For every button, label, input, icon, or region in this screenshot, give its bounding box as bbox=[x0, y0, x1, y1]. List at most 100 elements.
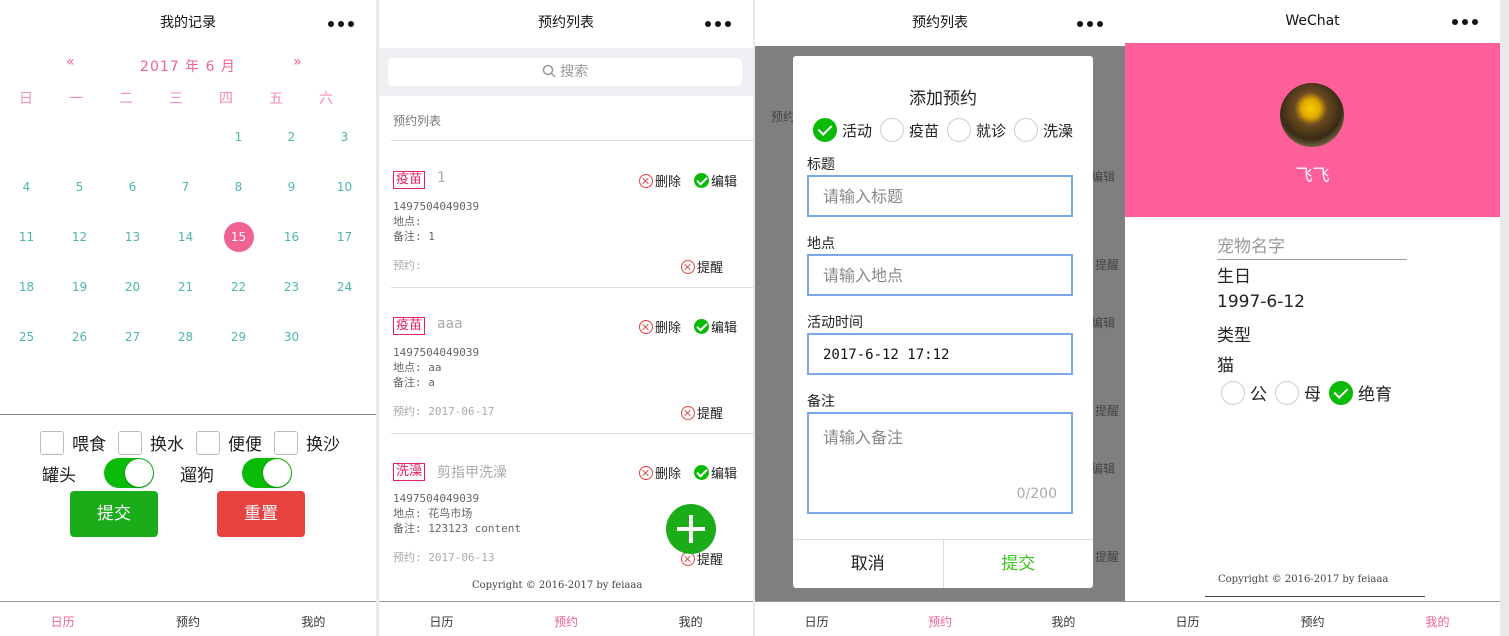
pet-name-input[interactable]: 宠物名字 bbox=[1217, 232, 1407, 260]
checkbox-feed[interactable]: 喂食 bbox=[40, 430, 106, 455]
calendar-day[interactable]: 19 bbox=[53, 262, 106, 312]
note-textarea[interactable]: 请输入备注 0/200 bbox=[807, 412, 1073, 514]
add-appointment-button[interactable] bbox=[666, 504, 716, 554]
delete-button[interactable]: 删除 bbox=[638, 463, 681, 482]
calendar-day[interactable]: 1 bbox=[212, 112, 265, 162]
checkbox-icon[interactable] bbox=[274, 430, 298, 455]
delete-button[interactable]: 删除 bbox=[638, 171, 681, 190]
search-bar: 搜索 bbox=[379, 48, 753, 96]
calendar-day[interactable]: 15 bbox=[212, 212, 265, 262]
tab-calendar[interactable]: 日历 bbox=[1125, 602, 1250, 636]
reset-button[interactable]: 重置 bbox=[217, 491, 305, 537]
edit-button[interactable]: 编辑 bbox=[693, 171, 737, 190]
checkbox-water[interactable]: 换水 bbox=[118, 430, 184, 455]
calendar-day[interactable]: 24 bbox=[318, 262, 371, 312]
birthday-value[interactable]: 1997-6-12 bbox=[1217, 292, 1305, 312]
remind-button[interactable]: 提醒 bbox=[680, 257, 723, 276]
radio-female[interactable]: 母 bbox=[1275, 380, 1321, 405]
checkbox-icon[interactable] bbox=[196, 430, 220, 455]
calendar-day[interactable]: 21 bbox=[159, 262, 212, 312]
place-input[interactable]: 请输入地点 bbox=[807, 254, 1073, 296]
calendar-day[interactable]: 28 bbox=[159, 312, 212, 362]
tab-appointment[interactable]: 预约 bbox=[504, 602, 629, 636]
more-menu-icon[interactable] bbox=[1075, 0, 1105, 48]
calendar-day[interactable]: 29 bbox=[212, 312, 265, 362]
tab-appointment[interactable]: 预约 bbox=[125, 602, 250, 636]
tab-appointment[interactable]: 预约 bbox=[878, 602, 1001, 636]
calendar-day[interactable]: 22 bbox=[212, 262, 265, 312]
close-icon bbox=[638, 319, 653, 334]
delete-label: 删除 bbox=[654, 175, 681, 190]
calendar-day[interactable]: 10 bbox=[318, 162, 371, 212]
search-input[interactable]: 搜索 bbox=[388, 58, 742, 86]
bg-list-title: 预约 bbox=[771, 110, 796, 124]
calendar-day[interactable]: 4 bbox=[0, 162, 53, 212]
calendar-day[interactable]: 8 bbox=[212, 162, 265, 212]
checkbox-icon[interactable] bbox=[40, 430, 64, 455]
tab-appointment[interactable]: 预约 bbox=[1250, 602, 1375, 636]
radio-neutered[interactable]: 绝育 bbox=[1329, 380, 1392, 405]
calendar-screen: 我的记录 « 2017 年 6 月 » 日一二三四五六 1 2 3 4 5 6 7 8 9 10 1… bbox=[0, 0, 376, 636]
calendar-day[interactable]: 17 bbox=[318, 212, 371, 262]
submit-button[interactable]: 提交 bbox=[70, 491, 158, 537]
tab-mine[interactable]: 我的 bbox=[251, 602, 376, 636]
calendar-day[interactable]: 2 bbox=[265, 112, 318, 162]
tab-calendar[interactable]: 日历 bbox=[755, 602, 878, 636]
remind-button[interactable]: 提醒 bbox=[680, 403, 723, 422]
radio-bath[interactable]: 洗澡 bbox=[1014, 118, 1073, 142]
calendar-day[interactable]: 27 bbox=[106, 312, 159, 362]
switch-walk[interactable] bbox=[242, 458, 292, 488]
type-value[interactable]: 猫 bbox=[1217, 351, 1234, 376]
calendar-day[interactable]: 16 bbox=[265, 212, 318, 262]
tab-calendar[interactable]: 日历 bbox=[0, 602, 125, 636]
checkbox-poop[interactable]: 便便 bbox=[196, 430, 262, 455]
switch-label-walk: 遛狗 bbox=[180, 465, 214, 486]
next-month-button[interactable]: » bbox=[293, 54, 302, 70]
calendar-day[interactable]: 23 bbox=[265, 262, 318, 312]
calendar-day[interactable]: 30 bbox=[265, 312, 318, 362]
title-input[interactable]: 请输入标题 bbox=[807, 175, 1073, 217]
tab-mine[interactable]: 我的 bbox=[1375, 602, 1500, 636]
switch-can[interactable] bbox=[104, 458, 154, 488]
more-menu-icon[interactable] bbox=[1450, 0, 1480, 43]
calendar-day[interactable]: 14 bbox=[159, 212, 212, 262]
month-title: 2017 年 6 月 bbox=[140, 59, 236, 75]
title-label: 标题 bbox=[807, 157, 835, 173]
tab-mine[interactable]: 我的 bbox=[628, 602, 753, 636]
weekday-label: 日 bbox=[19, 91, 33, 107]
radio-vaccine[interactable]: 疫苗 bbox=[880, 118, 939, 142]
radio-clinic[interactable]: 就诊 bbox=[947, 118, 1006, 142]
day-number: 28 bbox=[177, 330, 194, 344]
edit-button[interactable]: 编辑 bbox=[693, 463, 737, 482]
calendar-day[interactable]: 18 bbox=[0, 262, 53, 312]
time-picker[interactable]: 2017-6-12 17:12 bbox=[807, 333, 1073, 375]
edit-button[interactable]: 编辑 bbox=[693, 317, 737, 336]
radio-activity[interactable]: 活动 bbox=[813, 118, 872, 142]
more-menu-icon[interactable] bbox=[703, 0, 733, 48]
submit-button[interactable]: 提交 bbox=[942, 540, 1094, 588]
cancel-button[interactable]: 取消 bbox=[793, 540, 943, 588]
delete-button[interactable]: 删除 bbox=[638, 317, 681, 336]
calendar-day[interactable]: 9 bbox=[265, 162, 318, 212]
tab-calendar[interactable]: 日历 bbox=[379, 602, 504, 636]
calendar-day[interactable]: 12 bbox=[53, 212, 106, 262]
day-number: 16 bbox=[283, 230, 300, 244]
radio-icon bbox=[1014, 118, 1039, 142]
calendar-day[interactable]: 25 bbox=[0, 312, 53, 362]
calendar-day[interactable]: 13 bbox=[106, 212, 159, 262]
radio-icon bbox=[947, 118, 972, 142]
calendar-day[interactable]: 20 bbox=[106, 262, 159, 312]
calendar-day[interactable]: 26 bbox=[53, 312, 106, 362]
tab-bar: 日历 预约 我的 bbox=[1125, 601, 1500, 636]
calendar-day[interactable]: 3 bbox=[318, 112, 371, 162]
checkbox-litter[interactable]: 换沙 bbox=[274, 430, 340, 455]
more-menu-icon[interactable] bbox=[326, 0, 356, 48]
calendar-day[interactable]: 5 bbox=[53, 162, 106, 212]
calendar-day[interactable]: 11 bbox=[0, 212, 53, 262]
checkbox-icon[interactable] bbox=[118, 430, 142, 455]
calendar-day[interactable]: 7 bbox=[159, 162, 212, 212]
radio-male[interactable]: 公 bbox=[1221, 380, 1267, 405]
calendar-day[interactable]: 6 bbox=[106, 162, 159, 212]
avatar[interactable] bbox=[1280, 83, 1344, 147]
tab-mine[interactable]: 我的 bbox=[1002, 602, 1125, 636]
